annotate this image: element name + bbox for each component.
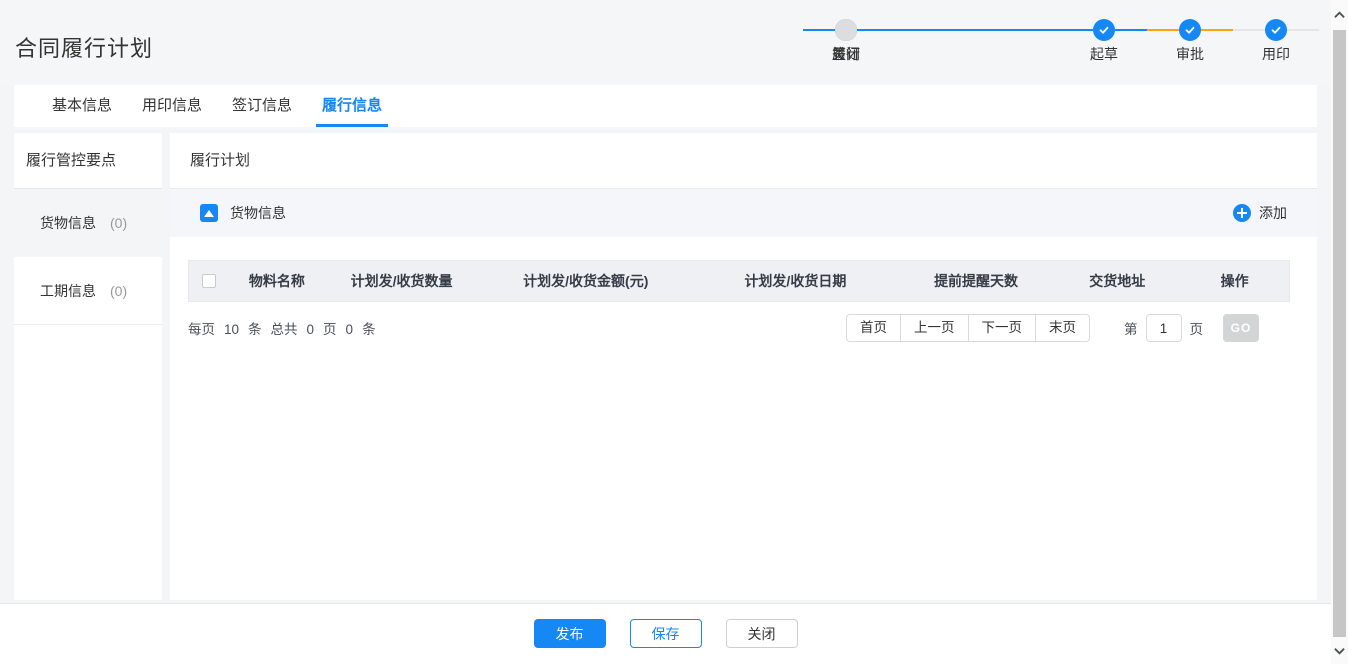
collapse-toggle-icon[interactable] <box>200 204 218 222</box>
size-unit-label: 条 <box>248 322 262 337</box>
vertical-scrollbar <box>1331 0 1348 664</box>
jump-prefix-label: 第 <box>1124 318 1138 338</box>
column-header-material-name: 物料名称 <box>229 271 325 291</box>
sidebar-title: 履行管控要点 <box>14 133 162 189</box>
check-circle-icon <box>1093 19 1115 41</box>
table-header-row: 物料名称 计划发/收货数量 计划发/收货金额(元) 计划发/收货日期 提前提醒天… <box>188 260 1290 302</box>
per-page-label: 每页 <box>188 322 215 337</box>
plus-icon <box>1233 204 1251 222</box>
check-circle-icon <box>1179 19 1201 41</box>
section-label: 货物信息 <box>230 203 286 223</box>
sidebar-item-schedule-info[interactable]: 工期信息 (0) <box>14 257 162 325</box>
records-unit-label: 条 <box>362 322 376 337</box>
next-page-button[interactable]: 下一页 <box>968 314 1037 342</box>
total-records-value: 0 <box>346 322 354 337</box>
pages-unit-label: 页 <box>323 322 337 337</box>
scrollbar-thumb[interactable] <box>1333 30 1346 637</box>
publish-button[interactable]: 发布 <box>534 619 606 648</box>
step-approval: 审批 <box>1147 0 1233 64</box>
step-draft: 起草 <box>1061 0 1147 64</box>
column-header-delivery-address: 交货地址 <box>1054 271 1180 291</box>
column-header-reminder-days: 提前提醒天数 <box>898 271 1055 291</box>
step-label: 用印 <box>1233 44 1319 64</box>
tabs-bar: 基本信息 用印信息 签订信息 履行信息 <box>14 85 1317 127</box>
save-button[interactable]: 保存 <box>630 619 702 648</box>
last-page-button[interactable]: 末页 <box>1035 314 1090 342</box>
footer-action-bar: 发布 保存 关闭 <box>0 603 1331 664</box>
column-header-planned-quantity: 计划发/收货数量 <box>325 271 479 291</box>
check-circle-icon <box>1265 19 1287 41</box>
table-header-checkbox-cell <box>189 274 229 288</box>
step-label: 关闭 <box>803 44 889 64</box>
first-page-button[interactable]: 首页 <box>846 314 901 342</box>
sidebar-item-count: (0) <box>110 283 127 299</box>
pagination-summary: 每页10条总共0页0条 <box>188 318 385 338</box>
scroll-up-arrow-icon[interactable] <box>1331 6 1348 24</box>
sidebar-item-count: (0) <box>110 215 127 231</box>
page-number-input[interactable] <box>1146 314 1182 342</box>
page-title: 合同履行计划 <box>15 31 153 63</box>
panel-title: 履行计划 <box>170 133 1317 189</box>
sidebar-item-label: 货物信息 <box>40 213 96 233</box>
main-panel: 履行计划 货物信息 添加 物料名称 计划发/收货数量 计划发/收货金额(元) 计… <box>170 133 1317 600</box>
tab-sign-info[interactable]: 签订信息 <box>222 85 302 127</box>
page-header: 合同履行计划 起草 审批 用印 <box>0 0 1331 85</box>
goods-section-bar: 货物信息 添加 <box>170 189 1317 237</box>
tab-perform-info[interactable]: 履行信息 <box>312 85 392 127</box>
prev-page-button[interactable]: 上一页 <box>900 314 969 342</box>
total-pages-value: 0 <box>307 322 315 337</box>
pagination-bar: 每页10条总共0页0条 首页 上一页 下一页 末页 第 页 GO <box>188 313 1259 343</box>
page-size-value: 10 <box>224 322 239 337</box>
step-close: 关闭 <box>803 0 889 64</box>
pagination-controls: 首页 上一页 下一页 末页 第 页 GO <box>846 314 1259 342</box>
step-seal: 用印 <box>1233 0 1319 64</box>
app-window: 合同履行计划 起草 审批 用印 <box>0 0 1331 664</box>
triangle-up-icon <box>204 210 214 217</box>
step-label: 审批 <box>1147 44 1233 64</box>
sidebar-item-goods-info[interactable]: 货物信息 (0) <box>14 189 162 257</box>
sidebar-item-label: 工期信息 <box>40 281 96 301</box>
go-button[interactable]: GO <box>1223 314 1259 342</box>
tab-seal-info[interactable]: 用印信息 <box>132 85 212 127</box>
scroll-down-arrow-icon[interactable] <box>1331 642 1348 660</box>
workflow-stepper: 起草 审批 用印 签订 <box>803 0 1319 85</box>
jump-suffix-label: 页 <box>1190 318 1204 338</box>
tab-list: 基本信息 用印信息 签订信息 履行信息 <box>14 85 1317 127</box>
sidebar: 履行管控要点 货物信息 (0) 工期信息 (0) <box>14 133 162 600</box>
pending-circle-icon <box>835 19 857 41</box>
step-label: 起草 <box>1061 44 1147 64</box>
column-header-planned-date: 计划发/收货日期 <box>693 271 898 291</box>
pagination-button-group: 首页 上一页 下一页 末页 <box>846 314 1090 342</box>
add-button[interactable]: 添加 <box>1233 189 1287 237</box>
column-header-planned-amount: 计划发/收货金额(元) <box>478 271 693 291</box>
total-label: 总共 <box>271 322 298 337</box>
column-header-actions: 操作 <box>1180 271 1289 291</box>
tab-basic-info[interactable]: 基本信息 <box>42 85 122 127</box>
select-all-checkbox[interactable] <box>202 274 216 288</box>
close-button[interactable]: 关闭 <box>726 619 798 648</box>
add-button-label: 添加 <box>1259 203 1287 223</box>
